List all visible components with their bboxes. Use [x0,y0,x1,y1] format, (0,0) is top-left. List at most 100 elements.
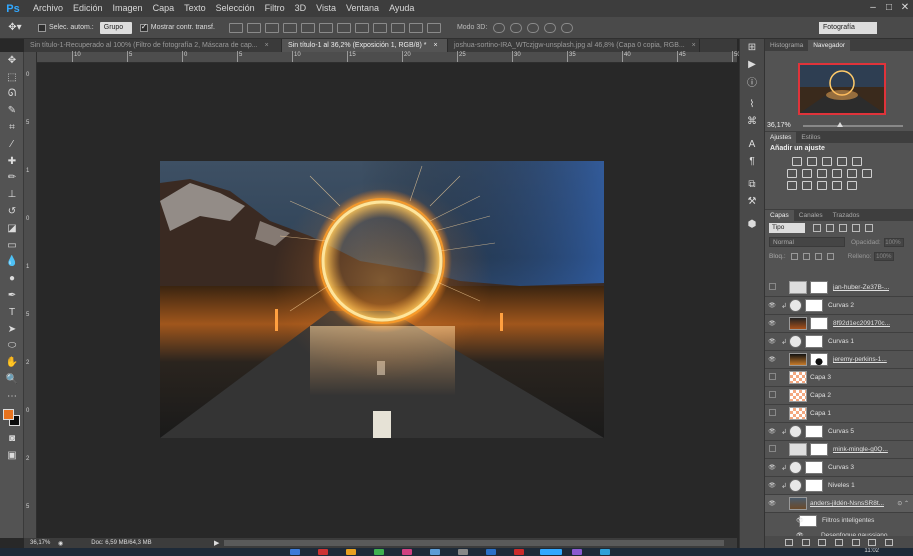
zoom-tool-icon[interactable]: 🔍 [0,371,24,388]
menu-texto[interactable]: Texto [179,0,211,17]
menu-ayuda[interactable]: Ayuda [384,0,419,17]
layer-row[interactable]: 👁 ↲ Curvas 5 [765,423,913,441]
filter-shape-icon[interactable] [852,224,860,232]
navigator-slider-knob[interactable] [836,121,843,127]
path-select-tool-icon[interactable]: ➤ [0,321,24,338]
distribute-right-icon[interactable] [426,22,441,33]
layer-name[interactable]: Capa 2 [810,392,831,399]
marquee-tool-icon[interactable]: ⬚ [0,69,24,86]
layer-mask-thumb[interactable] [810,443,828,456]
history-brush-tool-icon[interactable]: ↺ [0,203,24,220]
taskbar-app-icon[interactable] [430,549,440,555]
tab-trazados[interactable]: Trazados [828,210,865,221]
layer-mask-thumb[interactable] [805,479,823,492]
adjustment-thumb-icon[interactable] [789,335,802,348]
taskbar-app-icon[interactable] [346,549,356,555]
opacity-field[interactable]: 100% [883,237,904,247]
align-bottom-icon[interactable] [264,22,279,33]
tab-estilos[interactable]: Estilos [796,132,825,143]
slide-3d-icon[interactable] [544,22,557,33]
layer-thumb[interactable] [789,497,807,510]
layer-mask-thumb[interactable] [810,353,828,366]
show-transform-box[interactable] [139,22,148,32]
color-balance-icon[interactable] [802,169,812,178]
layer-row[interactable]: 👁 anders-jildén-NsnsSR8t... ⊙ ⌃ [765,495,913,513]
gradient-map-icon[interactable] [832,181,842,190]
pen-tool-icon[interactable]: ✒ [0,287,24,304]
menu-edicion[interactable]: Edición [68,0,108,17]
smart-filters-row[interactable]: 👁 Filtros inteligentes [765,513,913,528]
quick-select-tool-icon[interactable]: ✎ [0,102,24,119]
distribute-hcenter-icon[interactable] [408,22,423,33]
layer-style-icon[interactable] [801,538,810,546]
close-button[interactable]: ✕ [897,0,913,16]
rotate-3d-icon[interactable] [493,22,506,33]
blur-tool-icon[interactable]: 💧 [0,254,24,271]
delete-layer-icon[interactable] [884,538,893,546]
layer-mask-thumb[interactable] [805,335,823,348]
align-top-icon[interactable] [228,22,243,33]
brightness-icon[interactable] [792,157,802,166]
edit-toolbar-icon[interactable]: ⋯ [0,388,24,405]
healing-tool-icon[interactable]: ✚ [0,153,24,170]
foreground-color-swatch[interactable] [3,409,14,420]
distribute-top-icon[interactable] [336,22,351,33]
workspace-dropdown[interactable]: Fotografía [819,22,877,34]
pan-3d-icon[interactable] [527,22,540,33]
layer-row[interactable]: 👁 8f92d1ec209170c... [765,315,913,333]
navigator-zoom-value[interactable]: 36,17% [767,122,791,129]
blend-mode-dropdown[interactable]: Normal [769,237,845,247]
visibility-box[interactable] [768,373,776,380]
visibility-off-icon[interactable] [765,409,779,418]
taskbar-app-icon[interactable] [402,549,412,555]
minimize-button[interactable]: – [865,0,881,16]
show-transform-checkbox[interactable]: Mostrar contr. transf. [139,22,215,32]
tab-close-icon[interactable]: × [433,42,437,49]
filter-adjustment-icon[interactable] [826,224,834,232]
tab-canales[interactable]: Canales [794,210,828,221]
tab-document-2[interactable]: Sin título-1 al 36,2% (Exposición 1, RGB… [282,39,448,52]
visibility-box[interactable] [768,283,776,290]
auto-select-box[interactable] [38,23,46,32]
menu-vista[interactable]: Vista [311,0,341,17]
taskbar-app-icon[interactable] [458,549,468,555]
distribute-left-icon[interactable] [390,22,405,33]
crop-tool-icon[interactable]: ⌗ [0,119,24,136]
menu-capa[interactable]: Capa [148,0,180,17]
status-zoom[interactable]: 36,17% [24,540,54,546]
brush-tool-icon[interactable]: ✏ [0,170,24,187]
new-adjustment-icon[interactable] [834,538,843,546]
filter-type-icon[interactable] [839,224,847,232]
layer-row[interactable]: 👁 jeremy-perkins-1... [765,351,913,369]
shape-tool-icon[interactable]: ⬭ [0,338,24,355]
brush-panel-icon[interactable]: ⌇ [740,96,764,113]
roll-3d-icon[interactable] [510,22,523,33]
clone-source-icon[interactable]: ⧉ [740,176,764,193]
adjustment-thumb-icon[interactable] [789,479,802,492]
link-layers-icon[interactable] [785,538,794,546]
paragraph-panel-icon[interactable]: ¶ [740,153,764,170]
layer-thumb[interactable] [789,389,807,402]
visibility-off-icon[interactable] [765,391,779,400]
tab-ajustes[interactable]: Ajustes [765,132,797,143]
maximize-button[interactable]: □ [881,0,897,16]
layer-mask-thumb[interactable] [805,461,823,474]
visibility-eye-icon[interactable]: 👁 [796,517,804,524]
layer-name[interactable]: Curvas 3 [828,464,854,471]
screen-mode-icon[interactable]: ▣ [0,447,24,464]
brush-presets-icon[interactable]: ⌘ [740,113,764,130]
layer-row[interactable]: 👁 ↲ Curvas 3 [765,459,913,477]
tab-close-icon[interactable]: × [265,42,269,49]
visibility-box[interactable] [768,445,776,452]
adjustment-thumb-icon[interactable] [789,425,802,438]
visibility-off-icon[interactable] [765,283,779,292]
taskbar-app-icon[interactable] [600,549,610,555]
layer-thumb[interactable] [789,443,807,456]
status-icon[interactable]: ◉ [58,540,63,547]
taskbar-app-icon[interactable] [514,549,524,555]
lasso-tool-icon[interactable]: ᘏ [0,86,24,103]
visibility-eye-icon[interactable]: 👁 [765,320,779,327]
lock-paint-icon[interactable] [802,252,810,260]
adjustment-thumb-icon[interactable] [789,461,802,474]
layer-name[interactable]: Niveles 1 [828,482,855,489]
